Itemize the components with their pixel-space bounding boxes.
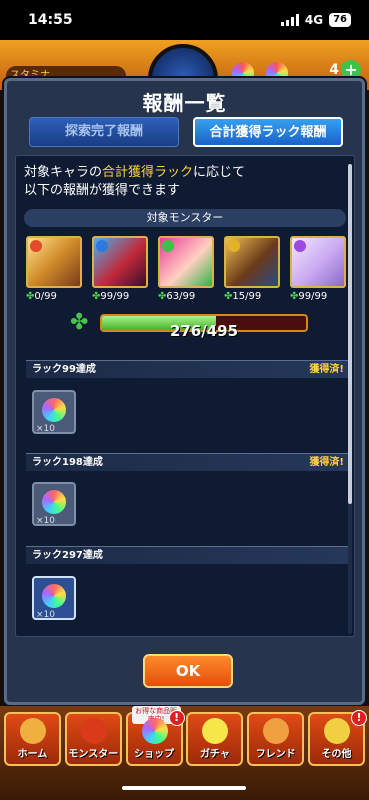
monster-portrait (224, 236, 280, 288)
reward-list-dialog: 報酬一覧 探索完了報酬 合計獲得ラック報酬 対象キャラの合計獲得ラックに応じて … (4, 78, 365, 705)
monster-portrait (290, 236, 346, 288)
element-icon (30, 240, 42, 252)
nav-shop[interactable]: お得な商品販売中! ! ショップ (125, 706, 185, 766)
bottom-nav: ホーム モンスター お得な商品販売中! ! ショップ ガチャ フレンド ! その… (4, 706, 367, 766)
dialog-title: 報酬一覧 (142, 91, 227, 115)
nav-label: ショップ (134, 749, 175, 760)
element-icon (228, 240, 240, 252)
desc-highlight: 合計獲得ラック (102, 165, 194, 180)
reward-label: ラック198達成 (32, 457, 103, 468)
reward-item[interactable]: ×10 (32, 390, 76, 434)
add-orb-button[interactable]: + (341, 60, 361, 80)
reward-header: ラック198達成 獲得済! (26, 453, 352, 471)
nav-label: モンスター (68, 749, 119, 760)
tab-exploration-reward[interactable]: 探索完了報酬 (29, 117, 179, 147)
monster-luck: 15/99 (232, 291, 262, 302)
nav-friend[interactable]: フレンド (247, 712, 305, 766)
clover-icon: ✤ (70, 310, 89, 335)
battery-icon: 76 (329, 13, 351, 27)
scrollbar-thumb[interactable] (348, 164, 352, 504)
monster-card[interactable]: ✤0/99 (26, 236, 82, 302)
reward-label: ラック99達成 (32, 364, 96, 375)
status-indicators: 4G 76 (280, 13, 351, 27)
alert-icon: ! (168, 710, 185, 726)
reward-status: 獲得済! (309, 457, 344, 468)
description: 対象キャラの合計獲得ラックに応じて 以下の報酬が獲得できます (24, 164, 245, 200)
orb-icon (42, 490, 66, 514)
network-label: 4G (304, 13, 324, 27)
nav-label: フレンド (255, 749, 296, 760)
monster-luck: 0/99 (34, 291, 57, 302)
ok-button[interactable]: OK (143, 654, 233, 688)
monster-luck: 99/99 (100, 291, 130, 302)
reward-item[interactable]: ×10 (32, 576, 76, 620)
home-indicator (122, 786, 246, 790)
shop-icon (141, 718, 168, 744)
reward-header: ラック99達成 獲得済! (26, 360, 352, 378)
element-icon (294, 240, 306, 252)
reward-item[interactable]: ×10 (32, 482, 76, 526)
nav-label: ガチャ (199, 749, 230, 760)
monster-card[interactable]: ✤63/99 (158, 236, 214, 302)
monster-portrait (26, 236, 82, 288)
monster-luck: 63/99 (166, 291, 196, 302)
gacha-icon (202, 718, 229, 744)
alert-icon: ! (350, 710, 367, 726)
orb-icon (42, 398, 66, 422)
nav-label: その他 (321, 749, 352, 760)
monster-portrait (158, 236, 214, 288)
monster-list: ✤0/99 ✤99/99 ✤63/99 ✤15/99 ✤99/99 (26, 236, 346, 302)
nav-other[interactable]: ! その他 (307, 710, 367, 766)
reward-panel: 対象キャラの合計獲得ラックに応じて 以下の報酬が獲得できます 対象モンスター ✤… (15, 155, 355, 637)
element-icon (162, 240, 174, 252)
other-icon (323, 718, 350, 744)
nav-monster[interactable]: モンスター (64, 712, 122, 766)
status-time: 14:55 (28, 12, 73, 28)
monster-luck: 99/99 (298, 291, 328, 302)
tab-total-luck-reward[interactable]: 合計獲得ラック報酬 (193, 117, 343, 147)
reward-status: 獲得済! (309, 364, 344, 375)
monster-card[interactable]: ✤15/99 (224, 236, 280, 302)
scrollbar[interactable] (348, 164, 352, 634)
nav-gacha[interactable]: ガチャ (186, 712, 244, 766)
monster-card[interactable]: ✤99/99 (92, 236, 148, 302)
target-monsters-header: 対象モンスター (24, 209, 346, 227)
nav-label: ホーム (17, 749, 48, 760)
monster-icon (80, 718, 107, 744)
luck-progress: ✤ 276/495 (70, 310, 350, 340)
monster-portrait (92, 236, 148, 288)
home-icon (20, 718, 46, 744)
signal-icon (280, 14, 299, 26)
status-bar: 14:55 4G 76 (0, 0, 369, 40)
element-icon (96, 240, 108, 252)
desc-text: 対象キャラの (24, 165, 103, 180)
desc-text: 以下の報酬が獲得できます (24, 183, 181, 198)
reward-label: ラック297達成 (32, 550, 103, 561)
monster-card[interactable]: ✤99/99 (290, 236, 346, 302)
reward-count: ×10 (36, 610, 55, 620)
orb-icon (42, 584, 66, 608)
luck-progress-text: 276/495 (169, 322, 239, 340)
reward-header: ラック297達成 (26, 546, 352, 564)
desc-text: に応じて (193, 165, 246, 180)
nav-home[interactable]: ホーム (4, 712, 61, 766)
orb-count: 4 (329, 62, 339, 78)
reward-count: ×10 (36, 424, 55, 434)
friend-icon (263, 718, 290, 744)
reward-count: ×10 (36, 516, 55, 526)
